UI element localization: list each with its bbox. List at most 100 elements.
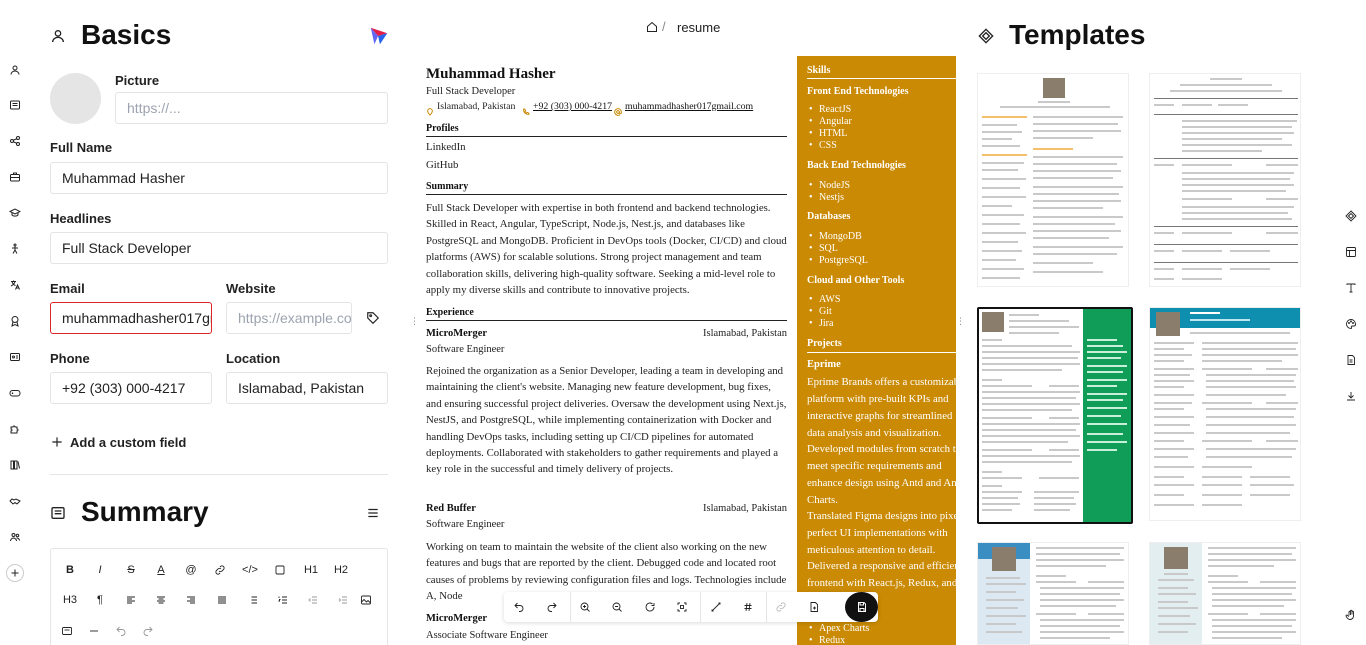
template-thumbnail-3-selected[interactable]	[977, 307, 1133, 524]
resume-phone[interactable]: +92 (303) 000-4217	[533, 101, 612, 112]
download-pdf-icon[interactable]	[806, 599, 822, 615]
templates-icon[interactable]	[1345, 209, 1357, 222]
backend-heading: Back End Technologies	[807, 160, 906, 171]
home-icon[interactable]	[646, 20, 658, 32]
profile-github[interactable]: GitHub	[426, 157, 458, 173]
experience-company: MicroMerger	[426, 613, 488, 624]
theme-palette-icon[interactable]	[1345, 317, 1357, 329]
horizontal-rule-icon[interactable]	[84, 621, 104, 641]
summary-title: Summary	[81, 496, 209, 527]
website-input[interactable]: https://example.com	[226, 302, 352, 334]
save-button[interactable]	[845, 592, 878, 622]
briefcase-icon[interactable]	[6, 168, 24, 186]
picture-url-input[interactable]: https://...	[115, 92, 388, 124]
add-custom-field-button[interactable]: Add a custom field	[70, 435, 186, 450]
left-icon-rail	[0, 0, 30, 645]
gamepad-icon[interactable]	[6, 384, 24, 402]
paragraph-button[interactable]: ¶	[90, 590, 110, 610]
hand-icon[interactable]	[1345, 608, 1357, 620]
heading1-button[interactable]: H1	[301, 560, 321, 580]
template-thumbnail-4[interactable]	[1149, 307, 1301, 521]
align-center-icon[interactable]	[151, 590, 171, 610]
puzzle-icon[interactable]	[6, 420, 24, 438]
card-icon[interactable]	[57, 621, 77, 641]
add-custom-field-plus-icon[interactable]	[50, 435, 64, 449]
accessibility-icon[interactable]	[6, 240, 24, 258]
typography-icon[interactable]	[1345, 281, 1357, 293]
align-right-icon[interactable]	[181, 590, 201, 610]
summary-icon[interactable]	[6, 96, 24, 114]
basics-title: Basics	[81, 19, 172, 50]
hashtag-icon[interactable]	[740, 599, 756, 615]
resume-summary-text: Full Stack Developer with expertise in b…	[426, 202, 787, 297]
language-icon[interactable]	[6, 276, 24, 294]
email-input[interactable]: muhammadhasher017gmail.com	[50, 302, 212, 334]
download-icon[interactable]	[1345, 389, 1357, 401]
handshake-icon[interactable]	[6, 492, 24, 510]
mention-button[interactable]: @	[181, 560, 201, 580]
profile-linkedin[interactable]: LinkedIn	[426, 139, 466, 155]
drag-handle-left[interactable]: ⋮	[410, 316, 419, 326]
phone-input[interactable]: +92 (303) 000-4217	[50, 372, 212, 404]
avatar-placeholder[interactable]	[50, 73, 101, 124]
toolbar-separator	[700, 592, 701, 622]
resume-email[interactable]: muhammadhasher017gmail.com	[625, 101, 753, 112]
ordered-list-icon[interactable]	[273, 590, 293, 610]
align-left-icon[interactable]	[121, 590, 141, 610]
align-justify-icon[interactable]	[212, 590, 232, 610]
template-thumbnail-1[interactable]	[977, 73, 1129, 287]
graduation-icon[interactable]	[6, 204, 24, 222]
resume-name: Muhammad Hasher	[426, 66, 556, 82]
zoom-in-icon[interactable]	[577, 599, 593, 615]
italic-button[interactable]: I	[90, 560, 110, 580]
users-icon[interactable]	[6, 528, 24, 546]
project-text: Eprime Brands offers a customizable plat…	[807, 376, 956, 439]
page-icon[interactable]	[1345, 353, 1357, 365]
outdent-icon[interactable]	[303, 590, 323, 610]
skill-item: HTML	[809, 128, 847, 139]
skill-item: MongoDB	[809, 231, 862, 242]
full-name-input[interactable]: Muhammad Hasher	[50, 162, 388, 194]
breadcrumb-current[interactable]: resume	[677, 20, 720, 35]
indent-icon[interactable]	[333, 590, 353, 610]
strikethrough-button[interactable]: S	[121, 560, 141, 580]
redo-icon[interactable]	[138, 621, 158, 641]
headline-input[interactable]: Full Stack Developer	[50, 232, 388, 264]
zoom-out-icon[interactable]	[609, 599, 625, 615]
add-section-plus-icon[interactable]	[6, 564, 24, 582]
template-thumbnail-5[interactable]	[977, 542, 1129, 645]
location-input[interactable]: Islamabad, Pakistan	[226, 372, 388, 404]
share-icon[interactable]	[6, 132, 24, 150]
heading3-button[interactable]: H3	[60, 590, 80, 610]
link-icon[interactable]	[210, 560, 230, 580]
drag-handle-right[interactable]: ⋮	[956, 316, 965, 326]
image-icon[interactable]	[356, 590, 376, 610]
copy-link-icon[interactable]	[773, 599, 789, 615]
fit-screen-icon[interactable]	[674, 599, 690, 615]
menu-icon[interactable]	[366, 506, 380, 520]
toggle-page-break-icon[interactable]	[708, 599, 724, 615]
template-thumbnail-2[interactable]	[1149, 73, 1301, 287]
award-icon[interactable]	[6, 312, 24, 330]
code-button[interactable]: </>	[240, 560, 260, 580]
books-icon[interactable]	[6, 456, 24, 474]
undo-icon[interactable]	[111, 621, 131, 641]
bullet-list-icon[interactable]	[243, 590, 263, 610]
reset-zoom-icon[interactable]	[642, 599, 658, 615]
skill-item: SQL	[809, 243, 838, 254]
project-text: Developed modules from scratch to meet s…	[807, 443, 956, 506]
layout-icon[interactable]	[1345, 245, 1357, 257]
undo-icon[interactable]	[511, 599, 527, 615]
template-thumbnail-6[interactable]	[1149, 542, 1301, 645]
user-icon[interactable]	[6, 61, 24, 79]
redo-icon[interactable]	[544, 599, 560, 615]
skill-item: Nestjs	[809, 192, 844, 203]
tag-icon[interactable]	[366, 311, 380, 325]
text-color-button[interactable]: A	[151, 560, 171, 580]
skill-item: Git	[809, 306, 832, 317]
bold-button[interactable]: B	[60, 560, 80, 580]
code-block-icon[interactable]	[270, 560, 290, 580]
id-card-icon[interactable]	[6, 348, 24, 366]
project-text: Translated Figma designs into pixel-perf…	[807, 510, 956, 556]
heading2-button[interactable]: H2	[331, 560, 351, 580]
